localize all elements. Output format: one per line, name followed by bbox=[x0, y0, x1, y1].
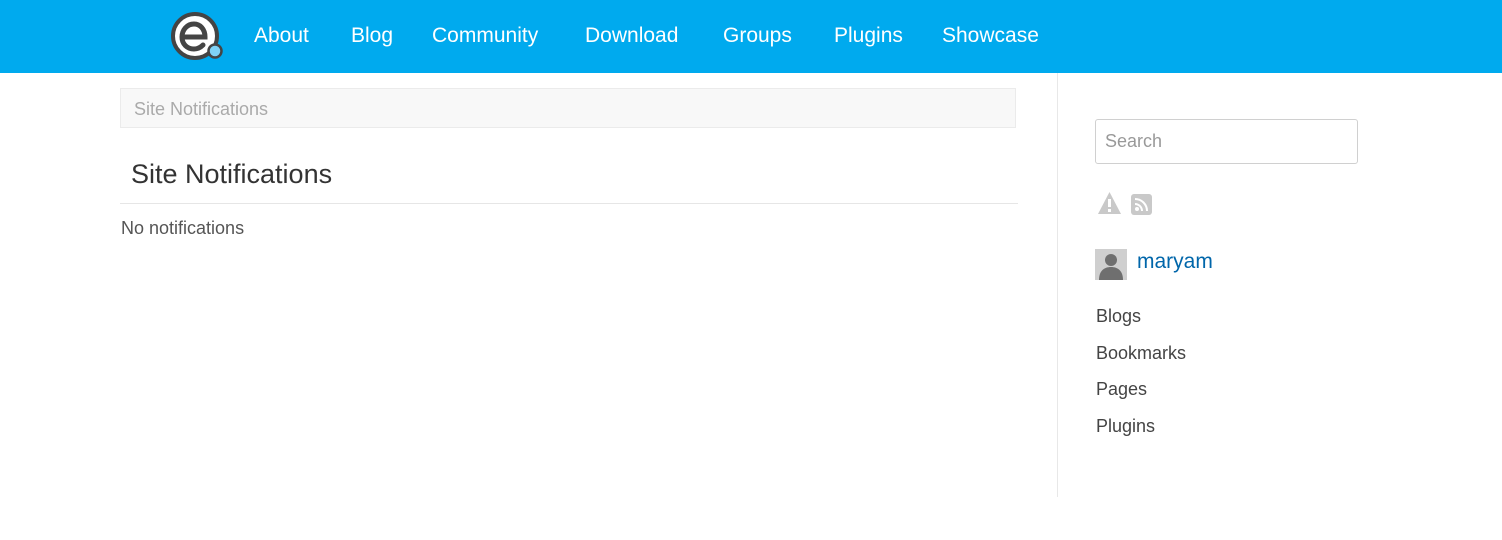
nav-plugins[interactable]: Plugins bbox=[834, 22, 903, 50]
nav-groups[interactable]: Groups bbox=[723, 22, 792, 50]
title-divider bbox=[120, 203, 1018, 204]
rss-icon[interactable] bbox=[1131, 194, 1152, 215]
user-avatar-icon[interactable] bbox=[1095, 249, 1127, 280]
breadcrumb-current: Site Notifications bbox=[134, 99, 269, 119]
sidebar-link-bookmarks[interactable]: Bookmarks bbox=[1096, 343, 1186, 364]
nav-about[interactable]: About bbox=[254, 22, 309, 50]
sidebar-divider bbox=[1057, 73, 1058, 497]
top-navbar: About Blog Community Download Groups Plu… bbox=[0, 0, 1502, 73]
breadcrumb: Site Notifications bbox=[120, 88, 1016, 128]
user-profile-link[interactable]: maryam bbox=[1137, 250, 1213, 274]
search-input[interactable] bbox=[1095, 119, 1358, 164]
nav-community[interactable]: Community bbox=[432, 22, 538, 50]
page-title: Site Notifications bbox=[131, 159, 333, 189]
sidebar-link-pages[interactable]: Pages bbox=[1096, 379, 1147, 400]
nav-blog[interactable]: Blog bbox=[351, 22, 393, 50]
nav-showcase[interactable]: Showcase bbox=[942, 22, 1039, 50]
sidebar-link-plugins[interactable]: Plugins bbox=[1096, 416, 1155, 437]
elgg-logo-icon[interactable] bbox=[169, 10, 225, 62]
sidebar-link-blogs[interactable]: Blogs bbox=[1096, 306, 1141, 327]
empty-notifications-message: No notifications bbox=[121, 218, 245, 238]
report-warning-icon[interactable] bbox=[1097, 191, 1122, 215]
nav-download[interactable]: Download bbox=[585, 22, 678, 50]
